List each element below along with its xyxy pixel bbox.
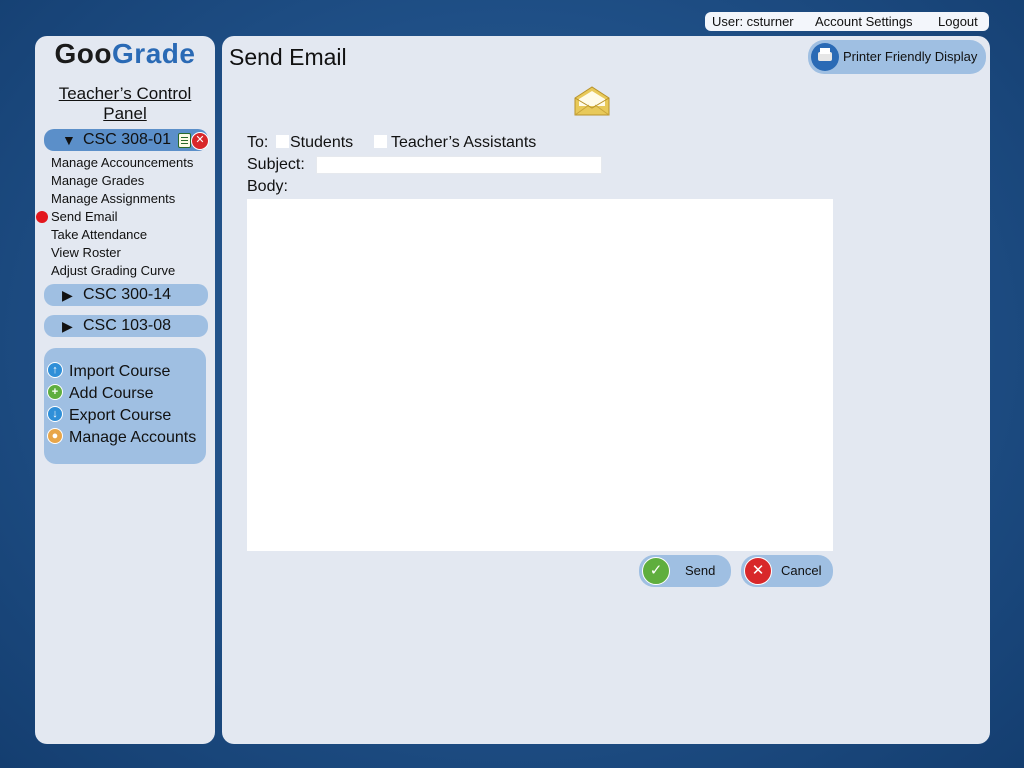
user-bar: User: csturner Account Settings Logout xyxy=(705,12,989,31)
course-name: CSC 103-08 xyxy=(83,317,172,334)
menu-item-manage-assignments[interactable]: Manage Assignments xyxy=(51,190,193,208)
import-course-button[interactable]: ↑ Import Course xyxy=(47,362,170,382)
menu-item-take-attendance[interactable]: Take Attendance xyxy=(51,226,193,244)
current-user-label: User: csturner xyxy=(712,14,794,29)
body-textarea[interactable] xyxy=(247,199,833,551)
delete-course-icon[interactable]: ✕ xyxy=(191,132,209,150)
logo-grade: Grade xyxy=(112,38,196,69)
subject-input[interactable] xyxy=(316,156,602,174)
envelope-icon xyxy=(574,86,610,116)
printer-friendly-button[interactable]: Printer Friendly Display xyxy=(808,40,986,74)
app-logo: GooGrade xyxy=(35,38,215,70)
course-header-csc-300-14[interactable]: ▶ CSC 300-14 xyxy=(44,284,208,306)
menu-item-send-email[interactable]: Send Email xyxy=(36,208,193,226)
add-icon: + xyxy=(47,384,63,400)
expand-arrow-icon[interactable]: ▶ xyxy=(62,315,73,337)
export-course-button[interactable]: ↓ Export Course xyxy=(47,406,171,426)
menu-item-manage-grades[interactable]: Manage Grades xyxy=(51,172,193,190)
edit-course-icon[interactable] xyxy=(178,133,191,148)
printer-icon xyxy=(811,43,839,71)
logo-goo: Goo xyxy=(54,38,113,69)
accounts-icon: ● xyxy=(47,428,63,444)
send-label: Send xyxy=(685,563,716,578)
subject-label: Subject: xyxy=(247,156,305,173)
course-header-csc-308-01[interactable]: ▼ CSC 308-01 ✕ xyxy=(44,129,209,151)
export-icon: ↓ xyxy=(47,406,63,422)
body-label: Body: xyxy=(247,178,288,195)
add-course-button[interactable]: + Add Course xyxy=(47,384,154,404)
close-icon: ✕ xyxy=(744,557,772,585)
course-header-csc-103-08[interactable]: ▶ CSC 103-08 xyxy=(44,315,208,337)
menu-item-view-roster[interactable]: View Roster xyxy=(51,244,193,262)
manage-accounts-button[interactable]: ● Manage Accounts xyxy=(47,428,196,448)
teaching-assistants-checkbox[interactable] xyxy=(374,135,387,148)
course-menu: Manage Accouncements Manage Grades Manag… xyxy=(36,154,193,280)
to-label: To: xyxy=(247,134,269,151)
sidebar: GooGrade Teacher’s Control Panel ▼ CSC 3… xyxy=(35,36,215,744)
selected-indicator-icon xyxy=(36,211,48,223)
logout-link[interactable]: Logout xyxy=(938,14,978,29)
expand-arrow-icon[interactable]: ▶ xyxy=(62,284,73,306)
import-icon: ↑ xyxy=(47,362,63,378)
collapse-arrow-icon[interactable]: ▼ xyxy=(62,129,76,151)
cancel-label: Cancel xyxy=(781,563,822,578)
send-button[interactable]: ✓ Send xyxy=(639,555,731,587)
students-checkbox[interactable] xyxy=(276,135,289,148)
panel-title: Teacher’s Control Panel xyxy=(58,84,192,123)
page-title: Send Email xyxy=(229,44,347,70)
course-name: CSC 300-14 xyxy=(83,286,172,303)
main-panel: Send Email Printer Friendly Display To: … xyxy=(222,36,990,744)
teaching-assistants-label: Teacher’s Assistants xyxy=(391,134,537,151)
students-label: Students xyxy=(290,134,354,151)
printer-friendly-label: Printer Friendly Display xyxy=(843,49,978,64)
course-actions-panel: ↑ Import Course + Add Course ↓ Export Cours… xyxy=(44,348,206,464)
course-name: CSC 308-01 xyxy=(83,131,172,148)
account-settings-link[interactable]: Account Settings xyxy=(815,14,913,29)
menu-item-manage-announcements[interactable]: Manage Accouncements xyxy=(51,154,193,172)
menu-item-adjust-grading-curve[interactable]: Adjust Grading Curve xyxy=(51,262,193,280)
cancel-button[interactable]: ✕ Cancel xyxy=(741,555,833,587)
check-icon: ✓ xyxy=(642,557,670,585)
